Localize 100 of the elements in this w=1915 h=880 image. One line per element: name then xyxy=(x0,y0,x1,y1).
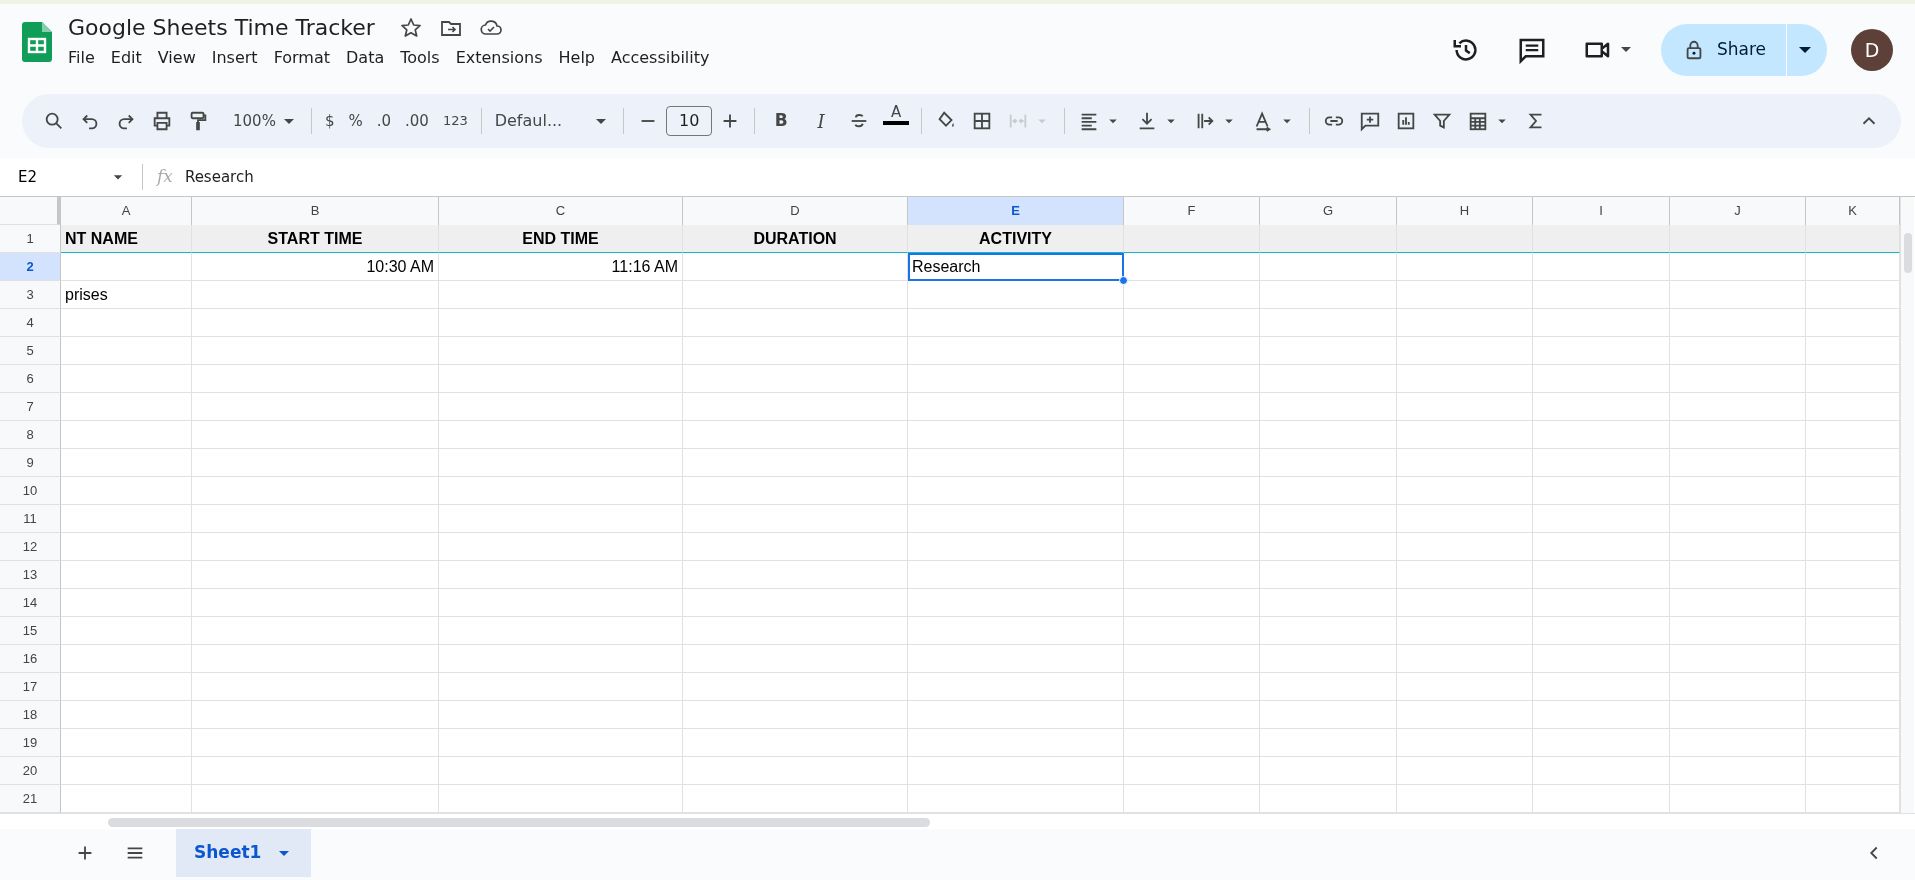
increase-decimal-button[interactable]: .00 xyxy=(398,103,436,139)
grid-cell[interactable] xyxy=(192,337,439,365)
heading-cell[interactable] xyxy=(1397,225,1533,253)
grid-cell[interactable] xyxy=(908,309,1124,337)
grid-cell[interactable] xyxy=(1533,729,1670,757)
grid-cell[interactable] xyxy=(683,393,908,421)
grid-cell[interactable] xyxy=(192,281,439,309)
grid-cell[interactable] xyxy=(439,757,683,785)
column-header[interactable]: H xyxy=(1397,197,1533,226)
grid-cell[interactable] xyxy=(1124,309,1260,337)
grid-cell[interactable] xyxy=(1533,281,1670,309)
grid-cell[interactable] xyxy=(1670,645,1806,673)
grid-cell[interactable] xyxy=(192,477,439,505)
row-header[interactable]: 15 xyxy=(0,617,61,645)
grid-cell[interactable] xyxy=(1260,337,1397,365)
grid-cell[interactable] xyxy=(1397,337,1533,365)
grid-cell[interactable] xyxy=(192,505,439,533)
grid-cell[interactable] xyxy=(1670,393,1806,421)
vertical-scrollbar[interactable] xyxy=(1900,197,1914,813)
grid-cell[interactable] xyxy=(1260,477,1397,505)
grid-cell[interactable] xyxy=(683,617,908,645)
horizontal-scrollbar[interactable] xyxy=(0,813,1915,829)
grid-cell[interactable] xyxy=(61,589,192,617)
grid-cell[interactable] xyxy=(1124,533,1260,561)
heading-cell[interactable] xyxy=(1806,225,1900,253)
decrease-decimal-button[interactable]: .0 xyxy=(369,103,398,139)
menu-item[interactable]: Format xyxy=(265,44,338,72)
grid-cell[interactable] xyxy=(908,421,1124,449)
grid-cell[interactable] xyxy=(1670,589,1806,617)
grid-cell[interactable] xyxy=(1260,589,1397,617)
grid-cell[interactable] xyxy=(439,365,683,393)
grid-cell[interactable] xyxy=(1397,309,1533,337)
grid-cell[interactable] xyxy=(1533,337,1670,365)
grid-cell[interactable] xyxy=(1670,701,1806,729)
grid-cell[interactable] xyxy=(908,757,1124,785)
grid-cell[interactable] xyxy=(1670,533,1806,561)
row-header[interactable]: 10 xyxy=(0,477,61,505)
grid-cell[interactable] xyxy=(61,533,192,561)
row-header[interactable]: 7 xyxy=(0,393,61,421)
currency-format-button[interactable]: $ xyxy=(317,103,342,139)
grid-cell[interactable] xyxy=(1670,421,1806,449)
grid-cell[interactable] xyxy=(1397,645,1533,673)
share-menu-caret-icon[interactable] xyxy=(1786,24,1827,76)
grid-cell[interactable] xyxy=(1260,533,1397,561)
grid-cell[interactable] xyxy=(1670,505,1806,533)
grid-cell[interactable] xyxy=(683,281,908,309)
menu-item[interactable]: View xyxy=(149,44,204,72)
menu-item[interactable]: Extensions xyxy=(447,44,551,72)
grid-cell[interactable] xyxy=(61,617,192,645)
grid-cell[interactable] xyxy=(1260,561,1397,589)
grid-cell[interactable] xyxy=(1670,477,1806,505)
menu-item[interactable]: File xyxy=(60,44,103,72)
grid-cell[interactable] xyxy=(61,253,192,281)
grid-cell[interactable] xyxy=(1124,281,1260,309)
row-header[interactable]: 17 xyxy=(0,673,61,701)
grid-cell[interactable] xyxy=(1533,365,1670,393)
account-avatar[interactable]: D xyxy=(1851,29,1893,71)
grid-cell[interactable] xyxy=(1260,365,1397,393)
row-header[interactable]: 18 xyxy=(0,701,61,729)
formula-input[interactable]: Research xyxy=(184,165,254,189)
grid-cell[interactable] xyxy=(683,757,908,785)
grid-cell[interactable] xyxy=(683,645,908,673)
grid-cell[interactable] xyxy=(1670,673,1806,701)
row-header[interactable]: 11 xyxy=(0,505,61,533)
grid-cell[interactable] xyxy=(1533,253,1670,281)
grid-cell[interactable] xyxy=(1397,365,1533,393)
row-header[interactable]: 6 xyxy=(0,365,61,393)
grid-cell[interactable] xyxy=(1260,393,1397,421)
grid-cell[interactable] xyxy=(192,589,439,617)
grid-cell[interactable] xyxy=(61,645,192,673)
grid-cell[interactable] xyxy=(192,421,439,449)
grid-cell[interactable] xyxy=(1260,673,1397,701)
grid-cell[interactable] xyxy=(192,701,439,729)
grid-cell[interactable] xyxy=(192,365,439,393)
menu-item[interactable]: Help xyxy=(550,44,603,72)
grid-cell[interactable] xyxy=(1124,505,1260,533)
grid-cell[interactable] xyxy=(192,561,439,589)
grid-cell[interactable] xyxy=(1670,337,1806,365)
menu-item[interactable]: Data xyxy=(338,44,393,72)
grid-cell[interactable] xyxy=(1397,729,1533,757)
grid-cell[interactable] xyxy=(1260,253,1397,281)
document-title[interactable]: Google Sheets Time Tracker xyxy=(68,14,375,42)
grid-cell[interactable] xyxy=(439,645,683,673)
grid-cell[interactable] xyxy=(192,757,439,785)
grid-cell[interactable] xyxy=(439,533,683,561)
grid-cell[interactable] xyxy=(439,281,683,309)
row-header[interactable]: 16 xyxy=(0,645,61,673)
grid-cell[interactable] xyxy=(1533,505,1670,533)
row-header[interactable]: 21 xyxy=(0,785,61,813)
grid-cell[interactable] xyxy=(908,449,1124,477)
grid-cell[interactable] xyxy=(61,561,192,589)
grid-cell[interactable] xyxy=(1533,309,1670,337)
grid-cell[interactable] xyxy=(1533,757,1670,785)
number-format-button[interactable]: 123 xyxy=(435,103,475,139)
grid-cell[interactable] xyxy=(1533,421,1670,449)
grid-cell[interactable] xyxy=(192,309,439,337)
grid-cell[interactable] xyxy=(1397,449,1533,477)
menu-item[interactable]: Insert xyxy=(203,44,266,72)
grid-cell[interactable] xyxy=(683,449,908,477)
grid-cell[interactable] xyxy=(192,533,439,561)
